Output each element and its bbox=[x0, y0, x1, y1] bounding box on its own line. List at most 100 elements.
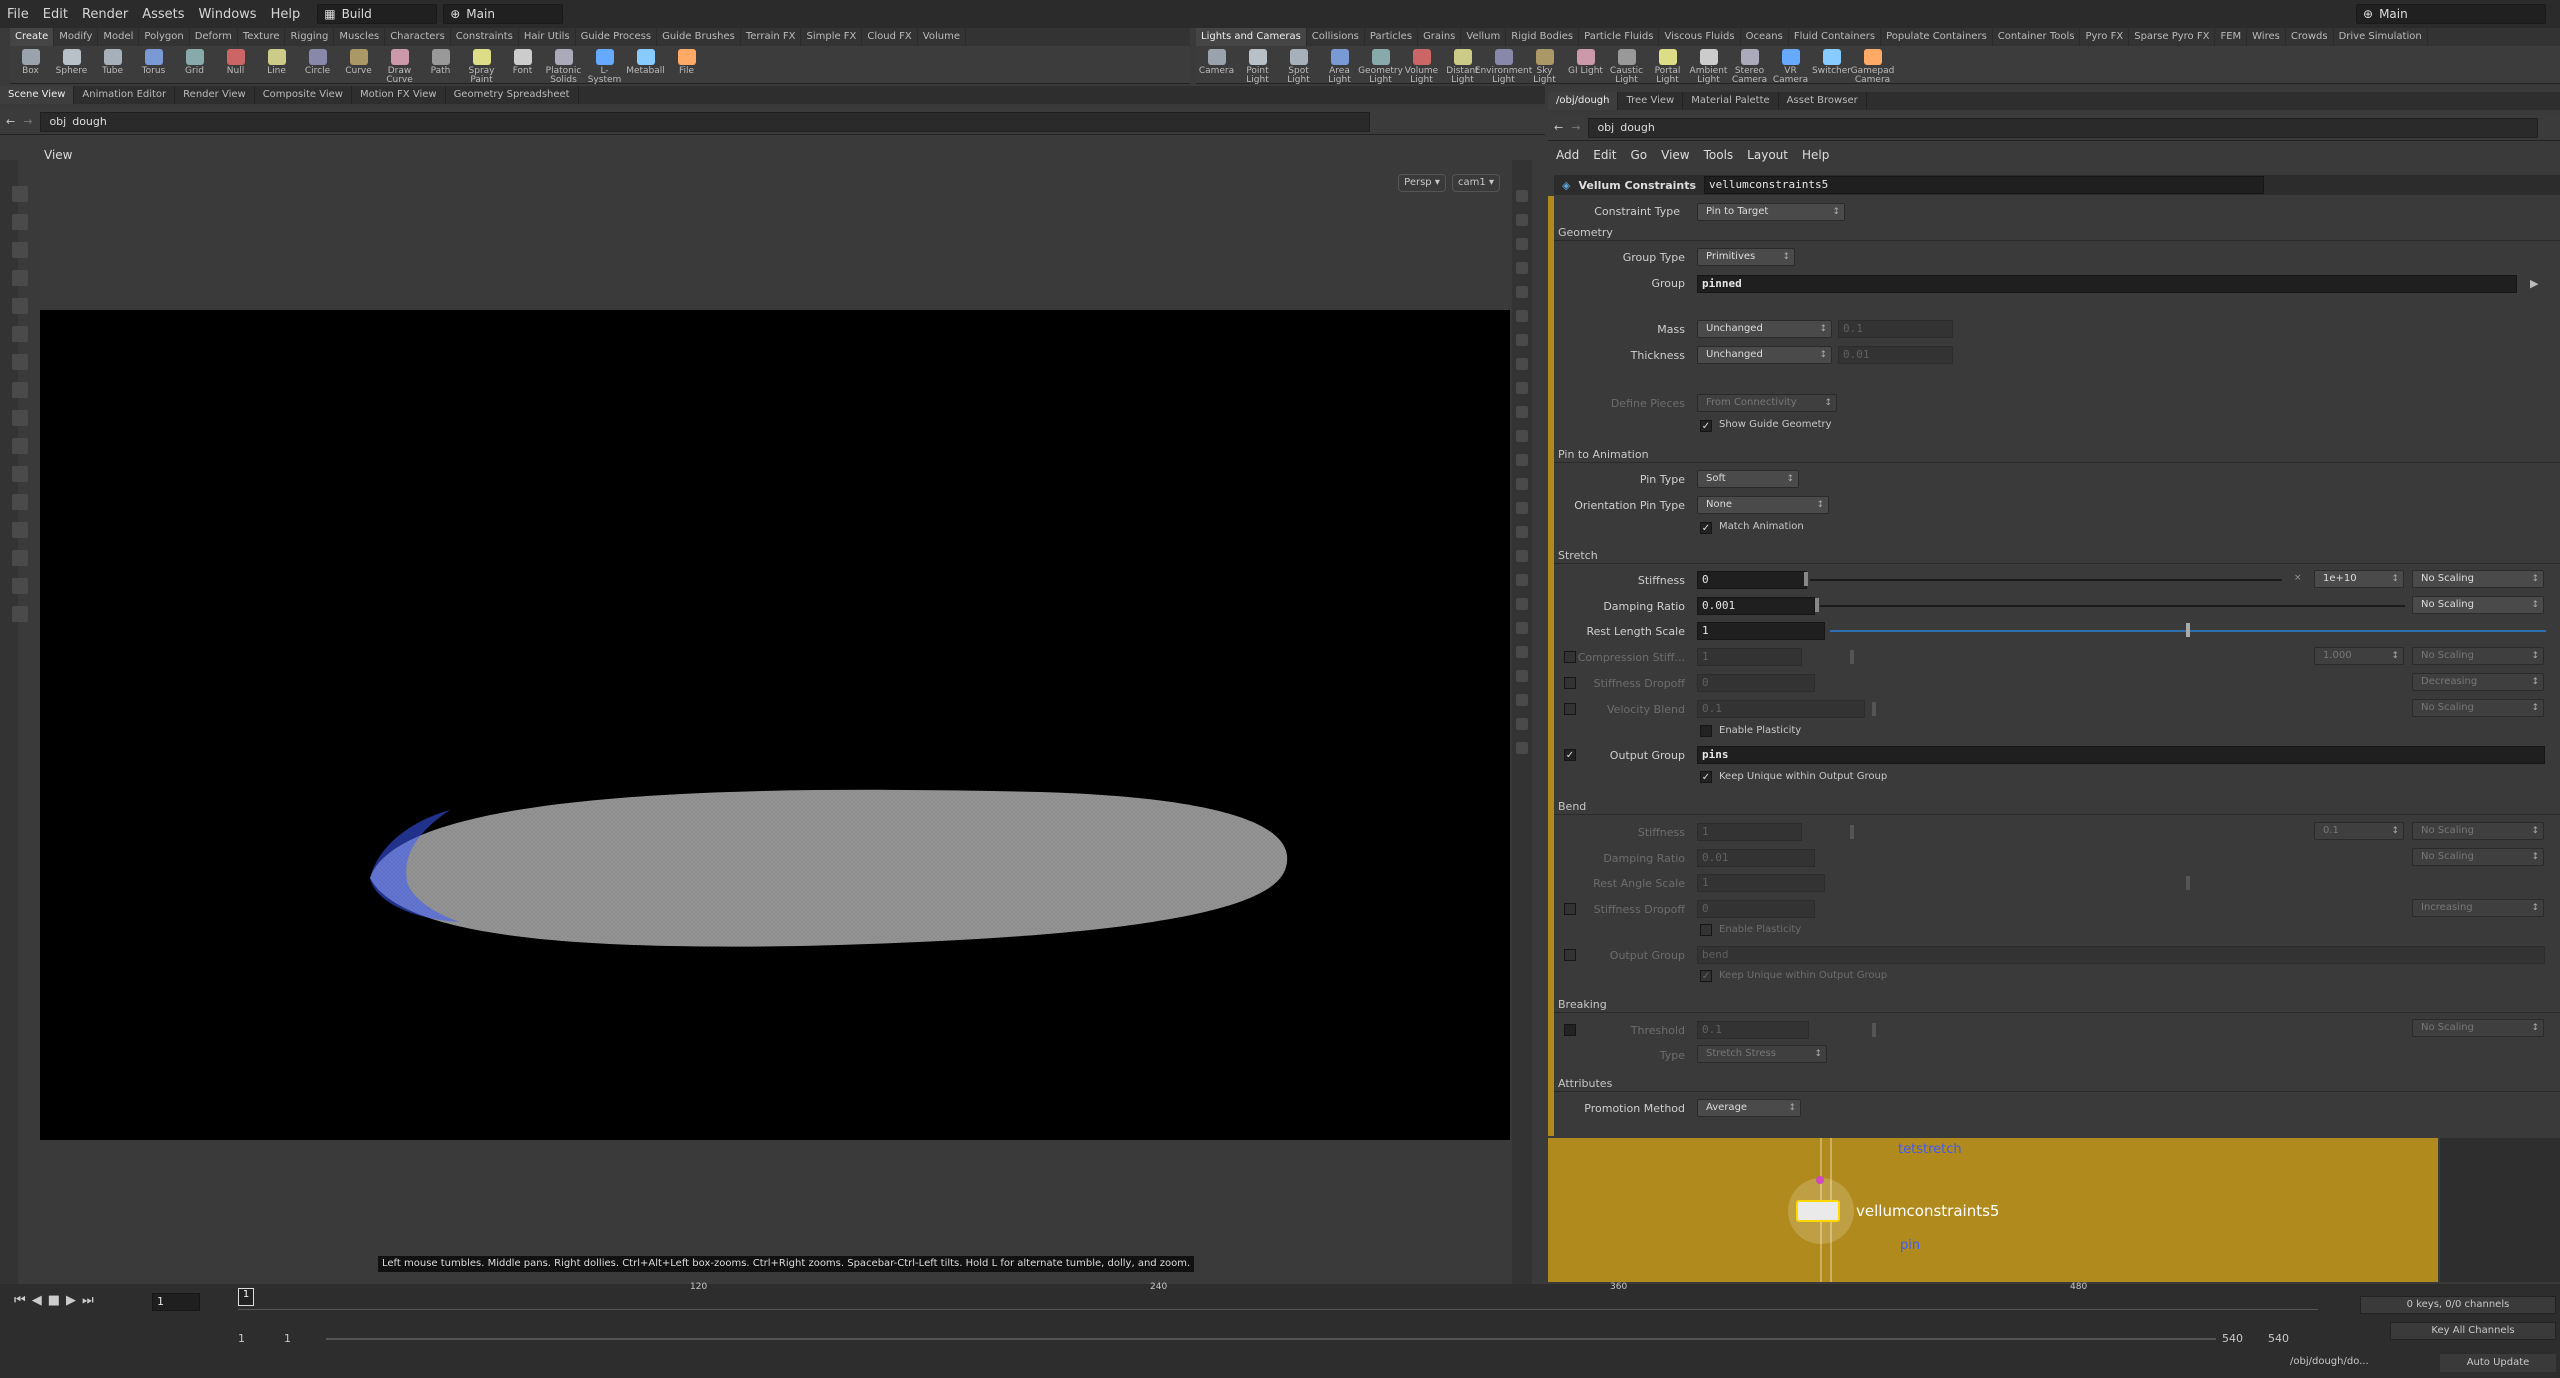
display-option-icon[interactable] bbox=[1516, 214, 1528, 226]
tab-14[interactable]: Simple FX bbox=[801, 28, 863, 46]
tool-14[interactable]: L-System bbox=[584, 46, 625, 85]
auto-update[interactable]: Auto Update bbox=[2440, 1354, 2556, 1372]
range-start-2[interactable]: 1 bbox=[284, 1332, 291, 1345]
slider-handle[interactable] bbox=[1804, 572, 1808, 586]
viewport-tool-icon[interactable] bbox=[12, 606, 28, 622]
bend-dropoff-mode[interactable]: Increasing bbox=[2412, 899, 2544, 917]
range-end[interactable]: 540 bbox=[2222, 1332, 2243, 1345]
tab-12[interactable]: Guide Brushes bbox=[657, 28, 741, 46]
node-vellumconstraints5[interactable] bbox=[1796, 1200, 1840, 1222]
display-option-icon[interactable] bbox=[1516, 262, 1528, 274]
tab-15[interactable]: Cloud FX bbox=[862, 28, 918, 46]
tool-9[interactable]: Draw Curve bbox=[379, 46, 420, 85]
tool-4[interactable]: Grid bbox=[174, 46, 215, 76]
output-group-field[interactable]: pins bbox=[1697, 746, 2545, 764]
tab-3[interactable]: Asset Browser bbox=[1779, 92, 1867, 110]
tool-0[interactable]: Box bbox=[10, 46, 51, 76]
node-name-field[interactable]: vellumconstraints5 bbox=[1704, 176, 2265, 194]
stop-icon[interactable]: ■ bbox=[48, 1293, 60, 1308]
tool-2[interactable]: Tube bbox=[92, 46, 133, 76]
tab-9[interactable]: Constraints bbox=[451, 28, 519, 46]
menu-help[interactable]: Help bbox=[264, 7, 308, 22]
bend-output-field[interactable]: bend bbox=[1697, 946, 2545, 964]
tool-0[interactable]: Camera bbox=[1196, 46, 1237, 76]
display-option-icon[interactable] bbox=[1516, 718, 1528, 730]
tab-8[interactable]: Oceans bbox=[1741, 28, 1789, 46]
tab-10[interactable]: Populate Containers bbox=[1881, 28, 1993, 46]
menu-edit[interactable]: Edit bbox=[36, 7, 75, 22]
tool-12[interactable]: Ambient Light bbox=[1688, 46, 1729, 85]
tool-4[interactable]: Geometry Light bbox=[1358, 46, 1403, 85]
threshold-scale[interactable]: No Scaling bbox=[2412, 1019, 2544, 1037]
tool-9[interactable]: GI Light bbox=[1565, 46, 1606, 76]
tab-4[interactable]: Vellum bbox=[1461, 28, 1507, 46]
viewport-tool-icon[interactable] bbox=[12, 270, 28, 286]
display-option-icon[interactable] bbox=[1516, 670, 1528, 682]
tool-12[interactable]: Font bbox=[502, 46, 543, 76]
pin-type-menu[interactable]: Soft bbox=[1697, 470, 1799, 488]
node-input[interactable] bbox=[1816, 1176, 1824, 1184]
display-option-icon[interactable] bbox=[1516, 382, 1528, 394]
display-option-icon[interactable] bbox=[1516, 238, 1528, 250]
unique-checkbox[interactable]: ✓ bbox=[1700, 771, 1712, 783]
tab-6[interactable]: Rigging bbox=[285, 28, 335, 46]
display-option-icon[interactable] bbox=[1516, 550, 1528, 562]
constraint-type-menu[interactable]: Pin to Target bbox=[1697, 203, 1845, 221]
tool-10[interactable]: Caustic Light bbox=[1606, 46, 1647, 85]
comp-scale[interactable]: No Scaling bbox=[2412, 647, 2544, 665]
break-type-menu[interactable]: Stretch Stress bbox=[1697, 1045, 1827, 1063]
stretch-stiffness-scale[interactable]: No Scaling bbox=[2412, 570, 2544, 588]
timeline-bar[interactable]: 1 120 240 360 480 bbox=[238, 1282, 2318, 1310]
tool-15[interactable]: Metaball bbox=[625, 46, 666, 76]
jump-end-icon[interactable]: ⏭ bbox=[82, 1293, 94, 1308]
bend-damping-field[interactable]: 0.01 bbox=[1697, 849, 1815, 867]
tab-1[interactable]: Animation Editor bbox=[74, 86, 176, 104]
param-menu-item[interactable]: Layout bbox=[1747, 148, 1788, 168]
tab-0[interactable]: Lights and Cameras bbox=[1196, 28, 1307, 46]
tab-0[interactable]: Create bbox=[10, 28, 55, 46]
tab-1[interactable]: Modify bbox=[54, 28, 99, 46]
display-option-icon[interactable] bbox=[1516, 526, 1528, 538]
threshold-field[interactable]: 0.1 bbox=[1697, 1021, 1809, 1039]
viewport-tool-icon[interactable] bbox=[12, 298, 28, 314]
group-field[interactable]: pinned bbox=[1697, 275, 2517, 293]
jump-start-icon[interactable]: ⏮ bbox=[14, 1293, 26, 1308]
tab-13[interactable]: Sparse Pyro FX bbox=[2129, 28, 2216, 46]
play-icon[interactable]: ▶ bbox=[66, 1293, 76, 1308]
viewport-tool-icon[interactable] bbox=[12, 214, 28, 230]
range-slider[interactable] bbox=[326, 1338, 2216, 1340]
display-option-icon[interactable] bbox=[1516, 478, 1528, 490]
dropoff-field[interactable]: 0 bbox=[1697, 674, 1815, 692]
comp-mult[interactable]: 1.000 bbox=[2314, 647, 2404, 665]
viewport-tool-icon[interactable] bbox=[12, 494, 28, 510]
tab-11[interactable]: Guide Process bbox=[576, 28, 658, 46]
node-path[interactable]: dough bbox=[1620, 121, 1655, 134]
stretch-damping-scale[interactable]: No Scaling bbox=[2412, 596, 2544, 614]
define-pieces-menu[interactable]: From Connectivity bbox=[1697, 394, 1837, 412]
param-path[interactable]: obj dough bbox=[1588, 117, 2539, 138]
stretch-stiffness-mult[interactable]: 1e+10 bbox=[2314, 570, 2404, 588]
tab-1[interactable]: Collisions bbox=[1307, 28, 1365, 46]
tool-10[interactable]: Path bbox=[420, 46, 461, 76]
viewport-tool-icon[interactable] bbox=[12, 354, 28, 370]
plasticity-checkbox[interactable] bbox=[1700, 725, 1712, 737]
node-pin[interactable]: pin bbox=[1900, 1238, 1920, 1253]
tool-15[interactable]: Switcher bbox=[1811, 46, 1852, 76]
range-end-2[interactable]: 540 bbox=[2268, 1332, 2289, 1345]
node-path[interactable]: dough bbox=[72, 115, 107, 128]
tab-5[interactable]: Geometry Spreadsheet bbox=[446, 86, 579, 104]
display-option-icon[interactable] bbox=[1516, 574, 1528, 586]
viewport-tool-icon[interactable] bbox=[12, 382, 28, 398]
thickness-value[interactable]: 0.01 bbox=[1838, 346, 1953, 364]
tab-8[interactable]: Characters bbox=[385, 28, 451, 46]
display-option-icon[interactable] bbox=[1516, 358, 1528, 370]
context-select[interactable]: ⊕ Main bbox=[443, 4, 564, 24]
bend-stiffness-scale[interactable]: No Scaling bbox=[2412, 822, 2544, 840]
param-menu-item[interactable]: Tools bbox=[1704, 148, 1734, 168]
bend-unique-checkbox[interactable]: ✓ bbox=[1700, 970, 1712, 982]
back-arrow-icon[interactable]: ← bbox=[1554, 121, 1563, 134]
tab-7[interactable]: Muscles bbox=[334, 28, 386, 46]
forward-arrow-icon[interactable]: → bbox=[1571, 121, 1580, 134]
forward-arrow-icon[interactable]: → bbox=[23, 115, 32, 128]
tab-0[interactable]: /obj/dough bbox=[1548, 92, 1619, 110]
